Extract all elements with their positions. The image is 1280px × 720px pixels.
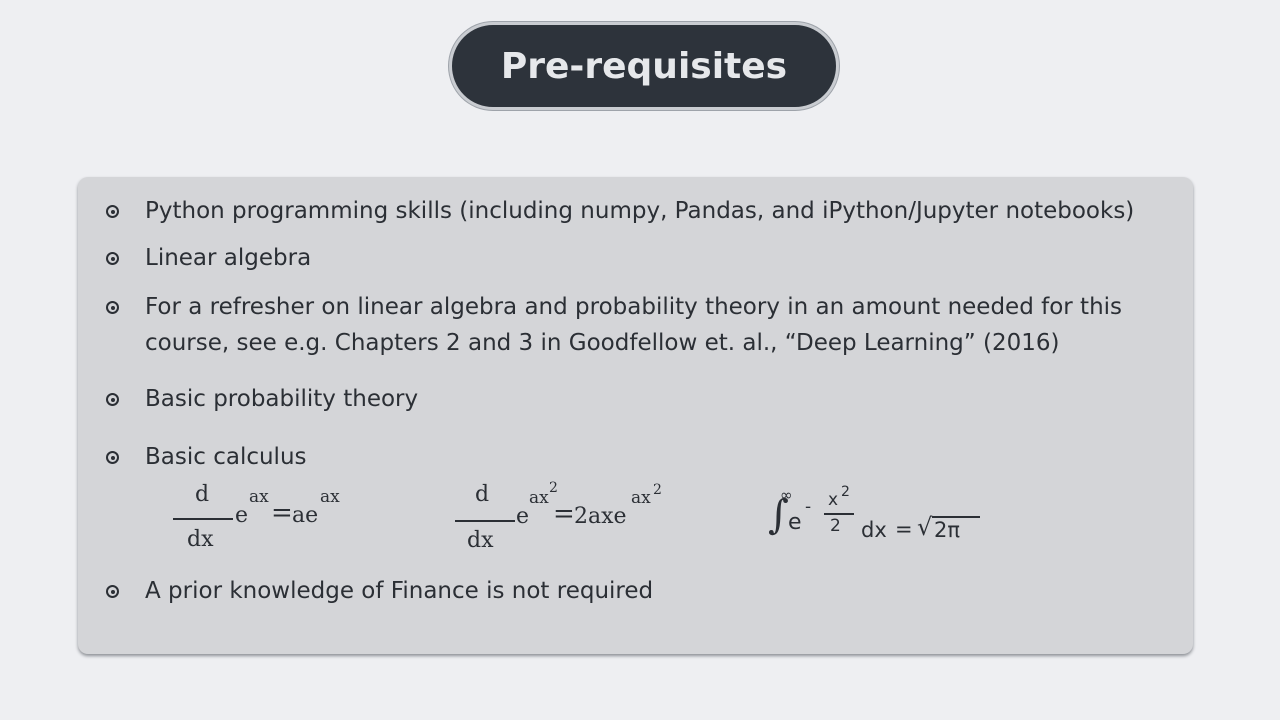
gaussian-integral-formula: ∞ ∫ e - x 2 2 dx = √ 2π [768, 482, 998, 557]
minus-sign: - [805, 497, 812, 517]
title-banner: Pre-requisites [449, 22, 839, 110]
bullet-text: Basic probability theory [145, 386, 419, 412]
fraction-bar [455, 520, 515, 522]
exponent: ax [249, 487, 269, 507]
exponent-power: 2 [549, 480, 558, 496]
bullet-icon [106, 451, 119, 464]
bullet-text: A prior knowledge of Finance is not requ… [145, 578, 654, 604]
bullet-text: Basic calculus [145, 444, 307, 470]
fraction-bar [824, 513, 854, 515]
fraction-denominator: dx [187, 527, 214, 552]
bullet-icon [106, 585, 119, 598]
exp-base: e [235, 503, 249, 528]
rhs-exponent: ax [320, 487, 340, 507]
fraction-numerator: d [195, 482, 210, 507]
numerator-power: 2 [841, 484, 850, 500]
radicand: 2π [934, 518, 961, 542]
integral-sign: ∫ [768, 492, 789, 538]
bullet-text: Linear algebra [145, 245, 312, 271]
bullet-icon [106, 252, 119, 265]
exp-base: e [788, 510, 802, 535]
bullet-text-line-1: For a refresher on linear algebra and pr… [145, 294, 1123, 320]
bullet-text: Python programming skills (including num… [145, 198, 1135, 224]
equals-sign: = [553, 499, 575, 529]
sqrt-sign: √ [917, 513, 933, 541]
fraction-bar [173, 518, 233, 520]
rhs-term: ae [292, 503, 319, 528]
content-panel: Python programming skills (including num… [78, 177, 1193, 654]
fraction-denominator: dx [467, 528, 494, 553]
fraction-numerator: d [475, 482, 490, 507]
differential: dx [861, 518, 887, 542]
rhs-term: 2axe [574, 504, 627, 529]
fraction-denominator: 2 [830, 516, 841, 536]
exp-base: e [516, 504, 530, 529]
page-title: Pre-requisites [500, 45, 788, 87]
bullet-icon [106, 205, 119, 218]
exponent: ax [529, 488, 549, 508]
rhs-exponent: ax [631, 488, 651, 508]
bullet-icon [106, 393, 119, 406]
derivative-squared-formula: d dx e ax 2 = 2axe ax 2 [455, 480, 685, 557]
bullet-icon [106, 301, 119, 314]
bullet-text-line-2: course, see e.g. Chapters 2 and 3 in Goo… [145, 330, 1060, 356]
equals-sign: = [895, 517, 913, 541]
equals-sign: = [271, 498, 293, 528]
derivative-formula: d dx e ax = ae ax [173, 482, 373, 557]
rhs-exponent-power: 2 [653, 482, 662, 498]
fraction-numerator: x [828, 490, 839, 510]
